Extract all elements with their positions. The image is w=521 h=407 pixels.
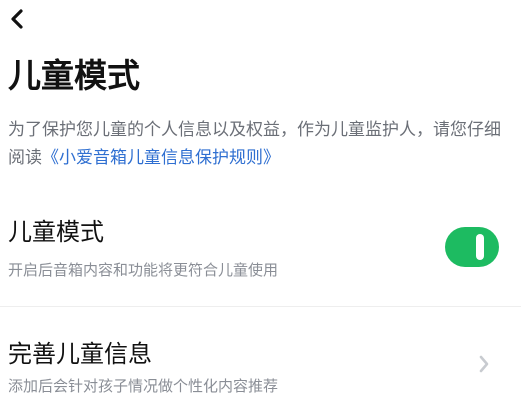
page-title: 儿童模式 <box>8 56 140 95</box>
child-mode-subtitle: 开启后音箱内容和功能将更符合儿童使用 <box>8 261 279 279</box>
child-info-title: 完善儿童信息 <box>8 340 152 368</box>
child-mode-title: 儿童模式 <box>8 218 104 246</box>
chevron-right-icon <box>479 355 489 373</box>
privacy-notice: 为了保护您儿童的个人信息以及权益，作为儿童监护人，请您仔细阅读《小爱音箱儿童信息… <box>8 116 513 172</box>
divider <box>0 306 521 307</box>
back-button[interactable] <box>6 8 28 30</box>
child-mode-toggle[interactable] <box>445 227 499 267</box>
toggle-knob <box>476 234 484 260</box>
chevron-left-icon <box>11 9 23 29</box>
child-info-subtitle: 添加后会针对孩子情况做个性化内容推荐 <box>8 377 279 395</box>
privacy-rules-link[interactable]: 《小爱音箱儿童信息保护规则》 <box>42 148 280 168</box>
